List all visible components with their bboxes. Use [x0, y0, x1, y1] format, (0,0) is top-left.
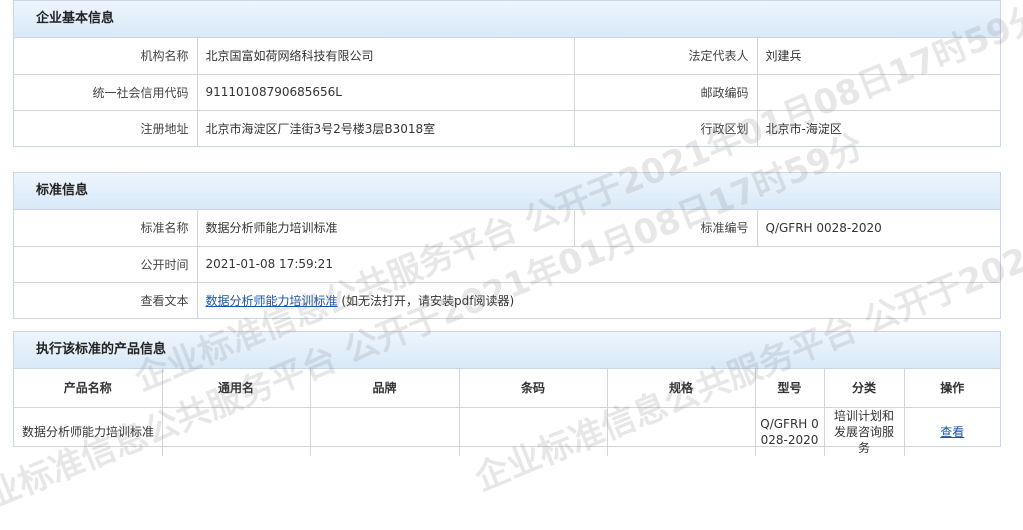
category-cell: 培训计划和发展咨询服务: [823, 406, 905, 456]
table-row: 数据分析师能力培训标准 Q/GFRH 0028-2020 培训计划和发展咨询服务…: [14, 406, 1000, 456]
legal-rep-value: 刘建兵: [756, 38, 1000, 75]
credit-code-label: 统一社会信用代码: [14, 73, 198, 111]
table-row: 统一社会信用代码 91110108790685656L 邮政编码: [14, 73, 1000, 111]
products-table: 产品名称 通用名 品牌 条码 规格 型号 分类 操作 数据分析师能力培训标准 Q…: [14, 369, 1000, 456]
col-action: 操作: [903, 369, 1000, 408]
address-value: 北京市海淀区厂洼街3号2号楼3层B3018室: [196, 109, 575, 146]
generic-name-cell: [161, 406, 311, 456]
col-product-name: 产品名称: [14, 369, 163, 408]
brand-cell: [309, 406, 460, 456]
standard-name-value: 数据分析师能力培训标准: [196, 210, 575, 247]
product-name-cell: 数据分析师能力培训标准: [14, 406, 163, 456]
table-row: 查看文本 数据分析师能力培训标准 (如无法打开，请安装pdf阅读器): [14, 281, 1000, 318]
standard-info-table: 标准名称 数据分析师能力培训标准 标准编号 Q/GFRH 0028-2020 公…: [14, 210, 1000, 318]
legal-rep-label: 法定代表人: [573, 38, 758, 75]
org-name-value: 北京国富如荷网络科技有限公司: [196, 38, 575, 75]
col-generic-name: 通用名: [161, 369, 311, 408]
standard-number-value: Q/GFRH 0028-2020: [756, 210, 1000, 247]
products-panel: 执行该标准的产品信息 产品名称 通用名 品牌 条码 规格 型号 分类 操作 数据…: [13, 331, 1001, 456]
view-text-label: 查看文本: [14, 281, 198, 318]
standard-info-panel: 标准信息 标准名称 数据分析师能力培训标准 标准编号 Q/GFRH 0028-2…: [13, 172, 1001, 319]
view-standard-link[interactable]: 数据分析师能力培训标准: [206, 294, 338, 308]
col-brand: 品牌: [309, 369, 460, 408]
pdf-reader-note: (如无法打开，请安装pdf阅读器): [341, 293, 515, 308]
table-header-row: 产品名称 通用名 品牌 条码 规格 型号 分类 操作: [14, 369, 1000, 408]
view-product-link[interactable]: 查看: [940, 425, 964, 439]
col-category: 分类: [823, 369, 905, 408]
products-title: 执行该标准的产品信息: [14, 332, 1000, 369]
region-value: 北京市-海淀区: [756, 109, 1000, 146]
action-cell: 查看: [903, 406, 1000, 456]
address-label: 注册地址: [14, 109, 198, 146]
barcode-cell: [458, 406, 608, 456]
col-barcode: 条码: [458, 369, 608, 408]
postal-value: [756, 73, 1000, 111]
view-text-cell: 数据分析师能力培训标准 (如无法打开，请安装pdf阅读器): [196, 281, 1000, 318]
publish-time-label: 公开时间: [14, 245, 198, 283]
publish-time-value: 2021-01-08 17:59:21: [196, 245, 1000, 283]
standard-name-label: 标准名称: [14, 210, 198, 247]
company-info-panel: 企业基本信息 机构名称 北京国富如荷网络科技有限公司 法定代表人 刘建兵 统一社…: [13, 0, 1001, 147]
region-label: 行政区划: [573, 109, 758, 146]
col-model: 型号: [754, 369, 825, 408]
table-row: 公开时间 2021-01-08 17:59:21: [14, 245, 1000, 283]
standard-number-label: 标准编号: [573, 210, 758, 247]
spec-cell: [606, 406, 756, 456]
standard-info-title: 标准信息: [14, 173, 1000, 210]
table-row: 注册地址 北京市海淀区厂洼街3号2号楼3层B3018室 行政区划 北京市-海淀区: [14, 109, 1000, 146]
table-row: 标准名称 数据分析师能力培训标准 标准编号 Q/GFRH 0028-2020: [14, 210, 1000, 247]
company-info-table: 机构名称 北京国富如荷网络科技有限公司 法定代表人 刘建兵 统一社会信用代码 9…: [14, 38, 1000, 146]
table-row: 机构名称 北京国富如荷网络科技有限公司 法定代表人 刘建兵: [14, 38, 1000, 75]
col-spec: 规格: [606, 369, 756, 408]
credit-code-value: 91110108790685656L: [196, 73, 575, 111]
company-info-title: 企业基本信息: [14, 1, 1000, 38]
model-cell: Q/GFRH 0028-2020: [754, 406, 825, 456]
org-name-label: 机构名称: [14, 38, 198, 75]
postal-label: 邮政编码: [573, 73, 758, 111]
